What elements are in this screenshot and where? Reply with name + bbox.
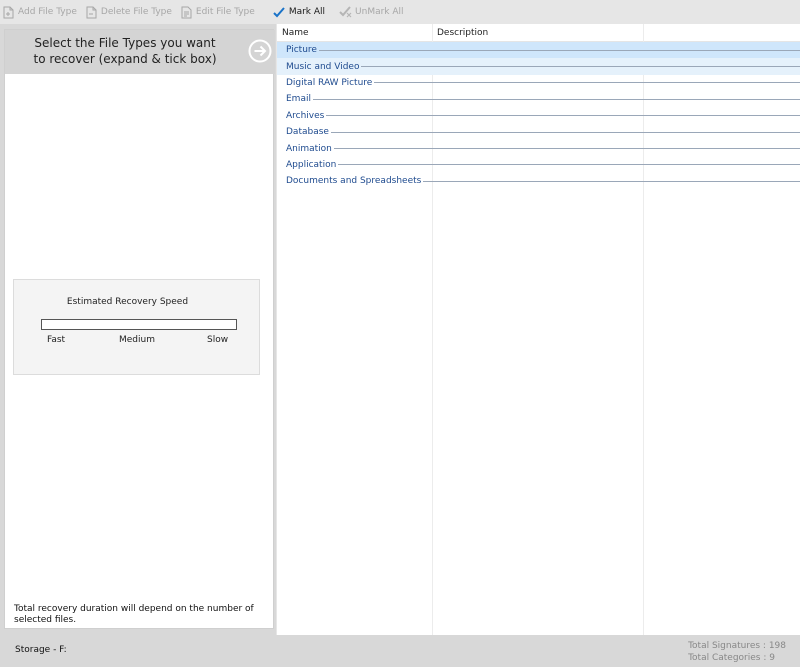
delete-file-type-label: Delete File Type — [100, 7, 172, 17]
list-item[interactable]: Music and Video — [277, 58, 800, 75]
list-item[interactable]: Application — [277, 157, 800, 173]
list-item-name: Music and Video — [286, 61, 360, 72]
tree-connector-line — [318, 49, 800, 51]
edit-file-type-button[interactable]: Edit File Type — [178, 0, 261, 24]
speed-fast-label: Fast — [47, 335, 66, 345]
list-item[interactable]: Email — [277, 91, 800, 107]
list-item-name: Application — [286, 159, 337, 170]
unmark-all-label: UnMark All — [355, 7, 404, 17]
list-item-name: Animation — [286, 143, 332, 154]
list-item-name: Email — [286, 94, 311, 105]
recovery-speed-panel: Estimated Recovery Speed Fast Medium Slo… — [13, 279, 260, 375]
uncheck-icon — [339, 5, 352, 19]
file-type-list: Name Description Picture Music and Video D… — [277, 24, 800, 635]
edit-file-type-label: Edit File Type — [195, 7, 255, 17]
add-file-type-button[interactable]: Add File Type — [0, 0, 83, 24]
tree-connector-line — [330, 131, 800, 133]
mark-all-label: Mark All — [288, 7, 326, 17]
column-header-description[interactable]: Description — [437, 28, 488, 38]
next-arrow-icon[interactable] — [248, 39, 272, 63]
mark-all-button[interactable]: Mark All — [261, 0, 331, 24]
list-item-name: Documents and Spreadsheets — [286, 176, 422, 187]
tree-connector-line — [361, 66, 800, 68]
instruction-text: Select the File Types you want to recove… — [5, 35, 245, 67]
add-file-type-label: Add File Type — [18, 7, 77, 17]
edit-file-icon — [180, 5, 193, 19]
instruction-line-1: Select the File Types you want — [34, 36, 216, 50]
column-header-name[interactable]: Name — [282, 28, 309, 38]
total-categories: Total Categories : 9 — [688, 653, 775, 663]
tree-connector-line — [374, 82, 800, 84]
list-item-name: Archives — [286, 110, 325, 121]
left-panel-content: Select the File Types you want to recove… — [4, 29, 275, 629]
total-signatures: Total Signatures : 198 — [688, 641, 786, 651]
recovery-speed-title: Estimated Recovery Speed — [66, 297, 189, 307]
speed-medium-label: Medium — [119, 335, 155, 345]
column-header: Name Description — [277, 24, 800, 42]
delete-file-type-button[interactable]: Delete File Type — [83, 0, 178, 24]
storage-label: Storage - F: — [15, 645, 67, 655]
list-item-name: Digital RAW Picture — [286, 77, 373, 88]
left-panel: Select the File Types you want to recove… — [0, 24, 276, 635]
list-item[interactable]: Documents and Spreadsheets — [277, 173, 800, 189]
add-file-icon — [2, 5, 15, 19]
recovery-duration-note: Total recovery duration will depend on t… — [14, 604, 254, 625]
checkmark-icon — [273, 5, 286, 19]
tree-connector-line — [326, 115, 800, 117]
list-item[interactable]: Archives — [277, 108, 800, 124]
toolbar: Add File Type Delete File Type Edit File… — [0, 0, 800, 24]
unmark-all-button[interactable]: UnMark All — [331, 0, 410, 24]
tree-connector-line — [333, 148, 800, 150]
list-item-name: Picture — [286, 45, 317, 56]
tree-connector-line — [338, 164, 800, 166]
file-type-rows: Picture Music and Video Digital RAW Pictur… — [277, 42, 800, 190]
instruction-line-2: to recover (expand & tick box) — [33, 52, 217, 66]
list-item[interactable]: Animation — [277, 140, 800, 156]
list-item-name: Database — [286, 127, 329, 138]
list-item[interactable]: Database — [277, 124, 800, 140]
list-item[interactable]: Digital RAW Picture — [277, 75, 800, 91]
tree-connector-line — [423, 180, 800, 182]
speed-slow-label: Slow — [207, 335, 229, 345]
instruction-header: Select the File Types you want to recove… — [5, 30, 275, 74]
status-bar: Storage - F: Total Signatures : 198 Tota… — [0, 635, 800, 667]
totals: Total Signatures : 198 Total Categories … — [688, 640, 786, 664]
tree-connector-line — [312, 98, 800, 100]
recovery-speed-bar — [41, 319, 237, 330]
list-item[interactable]: Picture — [277, 42, 800, 59]
delete-file-icon — [85, 5, 98, 19]
